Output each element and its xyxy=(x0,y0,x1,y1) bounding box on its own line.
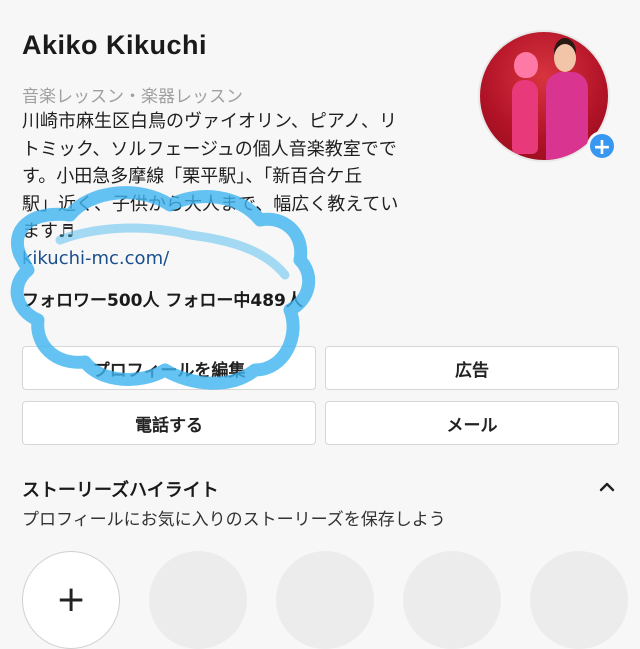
highlights-subtitle: プロフィールにお気に入りのストーリーズを保存しよう xyxy=(22,510,446,530)
bio-line: す。小田急多摩線「栗平駅」、「新百合ケ丘 xyxy=(22,166,363,187)
highlights-title: ストーリーズハイライト xyxy=(22,480,219,501)
profile-name: Akiko Kikuchi xyxy=(22,30,208,60)
highlight-placeholder xyxy=(530,551,628,649)
chevron-up-icon[interactable] xyxy=(598,478,616,496)
bio-line: 駅」近く、子供から大人まで、幅広く教えてい xyxy=(22,193,399,215)
new-highlight-button[interactable]: + xyxy=(22,551,120,649)
highlight-placeholder xyxy=(403,551,501,649)
avatar-child-dress xyxy=(512,80,538,154)
highlight-placeholder xyxy=(149,551,247,649)
call-button[interactable]: 電話する xyxy=(22,401,316,445)
bio-line: 川崎市麻生区白鳥のヴァイオリン、ピアノ、リ xyxy=(22,111,397,132)
add-story-icon[interactable]: + xyxy=(587,131,617,161)
profile-website-link[interactable]: kikuchi-mc.com/ xyxy=(22,248,169,269)
avatar-adult-face xyxy=(554,44,576,72)
avatar-child-face xyxy=(514,52,538,78)
edit-profile-button[interactable]: プロフィールを編集 xyxy=(22,346,316,390)
profile-stats[interactable]: フォロワー500人 フォロー中489人 xyxy=(22,286,303,311)
ads-button[interactable]: 広告 xyxy=(325,346,619,390)
plus-icon: + xyxy=(56,579,87,620)
profile-category: 音楽レッスン・楽器レッスン xyxy=(22,87,243,107)
highlight-placeholder xyxy=(276,551,374,649)
avatar-adult-dress xyxy=(546,72,588,160)
bio-line: トミック、ソルフェージュの個人音楽教室でで xyxy=(22,138,397,160)
profile-bio: 川崎市麻生区白鳥のヴァイオリン、ピアノ、リ トミック、ソルフェージュの個人音楽教… xyxy=(22,108,462,246)
email-button[interactable]: メール xyxy=(325,401,619,445)
bio-line: ます♬ xyxy=(22,221,75,242)
